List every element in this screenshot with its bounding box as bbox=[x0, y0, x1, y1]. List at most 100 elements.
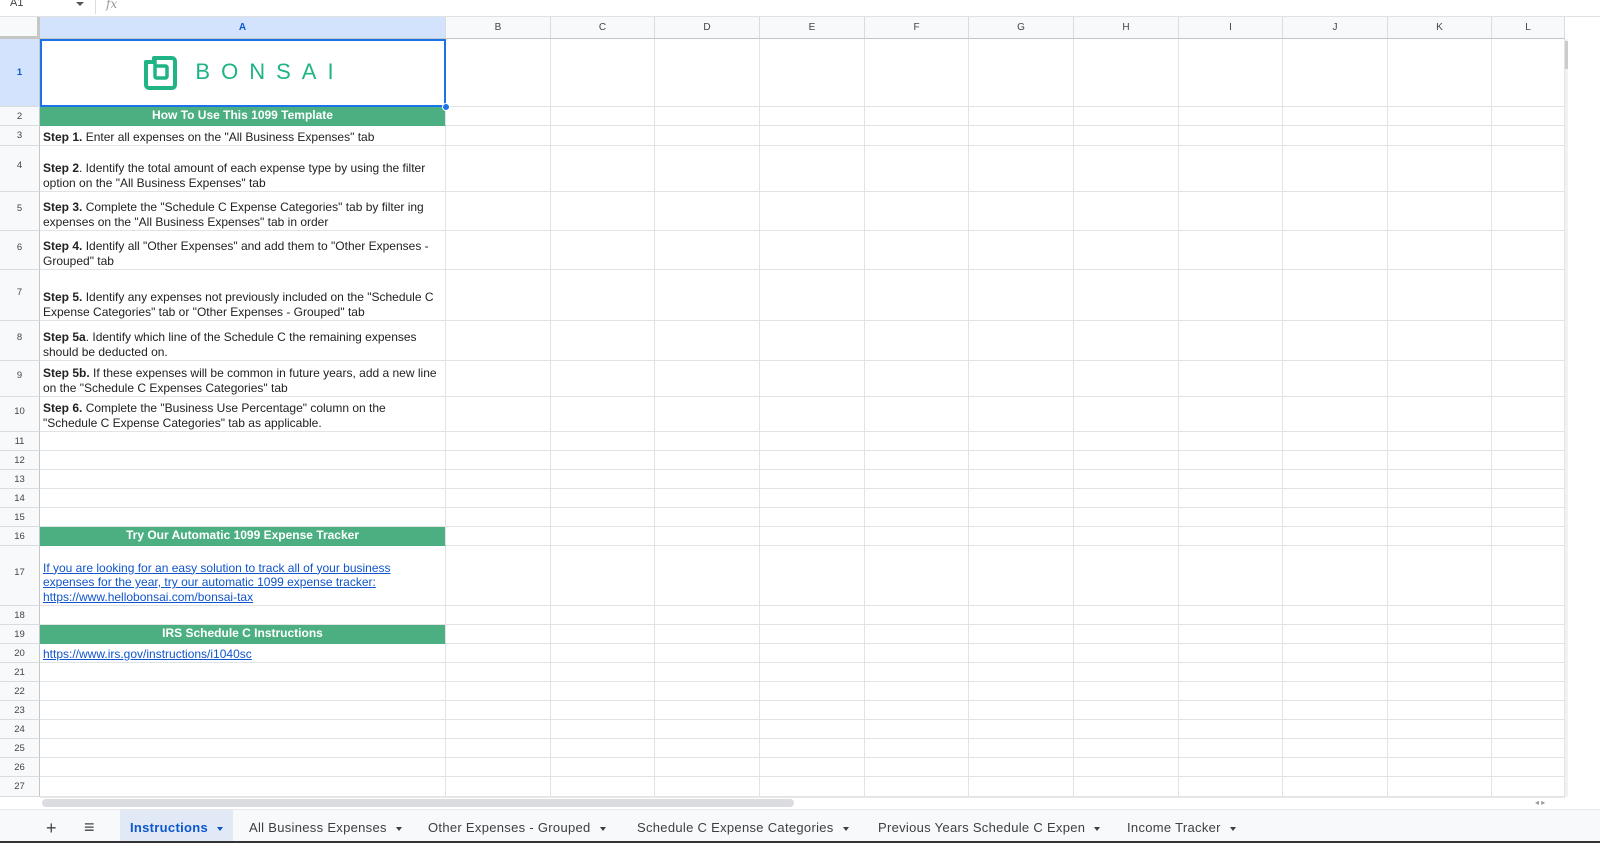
cell-g23[interactable] bbox=[969, 701, 1074, 720]
sheet-tab-income-tracker[interactable]: Income Tracker bbox=[1117, 810, 1246, 842]
cell-j3[interactable] bbox=[1283, 126, 1388, 146]
cell-h3[interactable] bbox=[1074, 126, 1179, 146]
section-header-expense-tracker[interactable]: Try Our Automatic 1099 Expense Tracker bbox=[40, 527, 446, 546]
cell-c17[interactable] bbox=[551, 546, 655, 606]
cell-g14[interactable] bbox=[969, 489, 1074, 508]
cell-g4[interactable] bbox=[969, 146, 1074, 192]
chevron-down-icon[interactable] bbox=[1229, 826, 1236, 831]
cell-c10[interactable] bbox=[551, 397, 655, 432]
cell-k9[interactable] bbox=[1388, 361, 1492, 397]
cell-g24[interactable] bbox=[969, 720, 1074, 739]
cell-k22[interactable] bbox=[1388, 682, 1492, 701]
cell-g20[interactable] bbox=[969, 644, 1074, 663]
cell-g16[interactable] bbox=[969, 527, 1074, 546]
cell-e14[interactable] bbox=[760, 489, 865, 508]
cell-j10[interactable] bbox=[1283, 397, 1388, 432]
cell-k15[interactable] bbox=[1388, 508, 1492, 527]
cell-j12[interactable] bbox=[1283, 451, 1388, 470]
cell-e12[interactable] bbox=[760, 451, 865, 470]
cell-c27[interactable] bbox=[551, 777, 655, 797]
cell-d17[interactable] bbox=[655, 546, 760, 606]
cell-c11[interactable] bbox=[551, 432, 655, 451]
row-header-5[interactable]: 5 bbox=[0, 192, 40, 231]
cell-g15[interactable] bbox=[969, 508, 1074, 527]
cell-b24[interactable] bbox=[446, 720, 551, 739]
cell-a20-irs-link[interactable]: https://www.irs.gov/instructions/i1040sc bbox=[40, 644, 446, 663]
cell-f15[interactable] bbox=[865, 508, 969, 527]
cell-i17[interactable] bbox=[1179, 546, 1283, 606]
cell-b27[interactable] bbox=[446, 777, 551, 797]
cell-h14[interactable] bbox=[1074, 489, 1179, 508]
cell-e3[interactable] bbox=[760, 126, 865, 146]
cell-l7[interactable] bbox=[1492, 270, 1565, 321]
cell-k7[interactable] bbox=[1388, 270, 1492, 321]
cell-b8[interactable] bbox=[446, 321, 551, 361]
cell-a1-logo[interactable]: BONSAI bbox=[40, 39, 446, 107]
cell-i1[interactable] bbox=[1179, 39, 1283, 107]
cell-i3[interactable] bbox=[1179, 126, 1283, 146]
cell-j27[interactable] bbox=[1283, 777, 1388, 797]
cell-d8[interactable] bbox=[655, 321, 760, 361]
row-header-7[interactable]: 7 bbox=[0, 270, 40, 321]
cell-l26[interactable] bbox=[1492, 758, 1565, 777]
cell-c3[interactable] bbox=[551, 126, 655, 146]
cell-h7[interactable] bbox=[1074, 270, 1179, 321]
cell-c19[interactable] bbox=[551, 625, 655, 644]
cell-k13[interactable] bbox=[1388, 470, 1492, 489]
cell-l16[interactable] bbox=[1492, 527, 1565, 546]
cell-i13[interactable] bbox=[1179, 470, 1283, 489]
column-header-f[interactable]: F bbox=[865, 17, 969, 39]
cell-k1[interactable] bbox=[1388, 39, 1492, 107]
column-header-e[interactable]: E bbox=[760, 17, 865, 39]
cell-f6[interactable] bbox=[865, 231, 969, 270]
cell-k6[interactable] bbox=[1388, 231, 1492, 270]
row-header-9[interactable]: 9 bbox=[0, 361, 40, 397]
cell-c23[interactable] bbox=[551, 701, 655, 720]
row-header-23[interactable]: 23 bbox=[0, 701, 40, 720]
cell-g1[interactable] bbox=[969, 39, 1074, 107]
horizontal-scrollbar-thumb[interactable] bbox=[42, 799, 794, 807]
cell-j11[interactable] bbox=[1283, 432, 1388, 451]
instruction-step-8[interactable]: Step 5a. Identify which line of the Sche… bbox=[40, 321, 446, 361]
cell-b14[interactable] bbox=[446, 489, 551, 508]
cell-e4[interactable] bbox=[760, 146, 865, 192]
cell-d23[interactable] bbox=[655, 701, 760, 720]
cell-h2[interactable] bbox=[1074, 107, 1179, 126]
cell-b12[interactable] bbox=[446, 451, 551, 470]
cell-l23[interactable] bbox=[1492, 701, 1565, 720]
cell-l1[interactable] bbox=[1492, 39, 1565, 107]
cell-f16[interactable] bbox=[865, 527, 969, 546]
cell-f25[interactable] bbox=[865, 739, 969, 758]
column-header-c[interactable]: C bbox=[551, 17, 655, 39]
cell-g10[interactable] bbox=[969, 397, 1074, 432]
cell-k16[interactable] bbox=[1388, 527, 1492, 546]
cell-c15[interactable] bbox=[551, 508, 655, 527]
cell-l2[interactable] bbox=[1492, 107, 1565, 126]
sheet-tab-previous-years-schedule-c-expen[interactable]: Previous Years Schedule C Expen bbox=[868, 810, 1110, 842]
cell-i8[interactable] bbox=[1179, 321, 1283, 361]
cell-e20[interactable] bbox=[760, 644, 865, 663]
selection-fill-handle[interactable] bbox=[442, 103, 450, 111]
cell-k12[interactable] bbox=[1388, 451, 1492, 470]
row-header-19[interactable]: 19 bbox=[0, 625, 40, 644]
name-box[interactable]: A1 bbox=[10, 0, 23, 9]
cell-j13[interactable] bbox=[1283, 470, 1388, 489]
cell-i14[interactable] bbox=[1179, 489, 1283, 508]
row-header-1[interactable]: 1 bbox=[0, 39, 40, 107]
cell-l20[interactable] bbox=[1492, 644, 1565, 663]
cell-g26[interactable] bbox=[969, 758, 1074, 777]
instruction-step-7[interactable]: Step 5. Identify any expenses not previo… bbox=[40, 270, 446, 321]
chevron-down-icon[interactable] bbox=[1094, 826, 1101, 831]
cell-f10[interactable] bbox=[865, 397, 969, 432]
cell-e22[interactable] bbox=[760, 682, 865, 701]
cell-g17[interactable] bbox=[969, 546, 1074, 606]
cell-e9[interactable] bbox=[760, 361, 865, 397]
cell-b25[interactable] bbox=[446, 739, 551, 758]
cell-b9[interactable] bbox=[446, 361, 551, 397]
cell-l6[interactable] bbox=[1492, 231, 1565, 270]
column-header-h[interactable]: H bbox=[1074, 17, 1179, 39]
cell-e2[interactable] bbox=[760, 107, 865, 126]
cell-d10[interactable] bbox=[655, 397, 760, 432]
cell-b1[interactable] bbox=[446, 39, 551, 107]
cell-c8[interactable] bbox=[551, 321, 655, 361]
